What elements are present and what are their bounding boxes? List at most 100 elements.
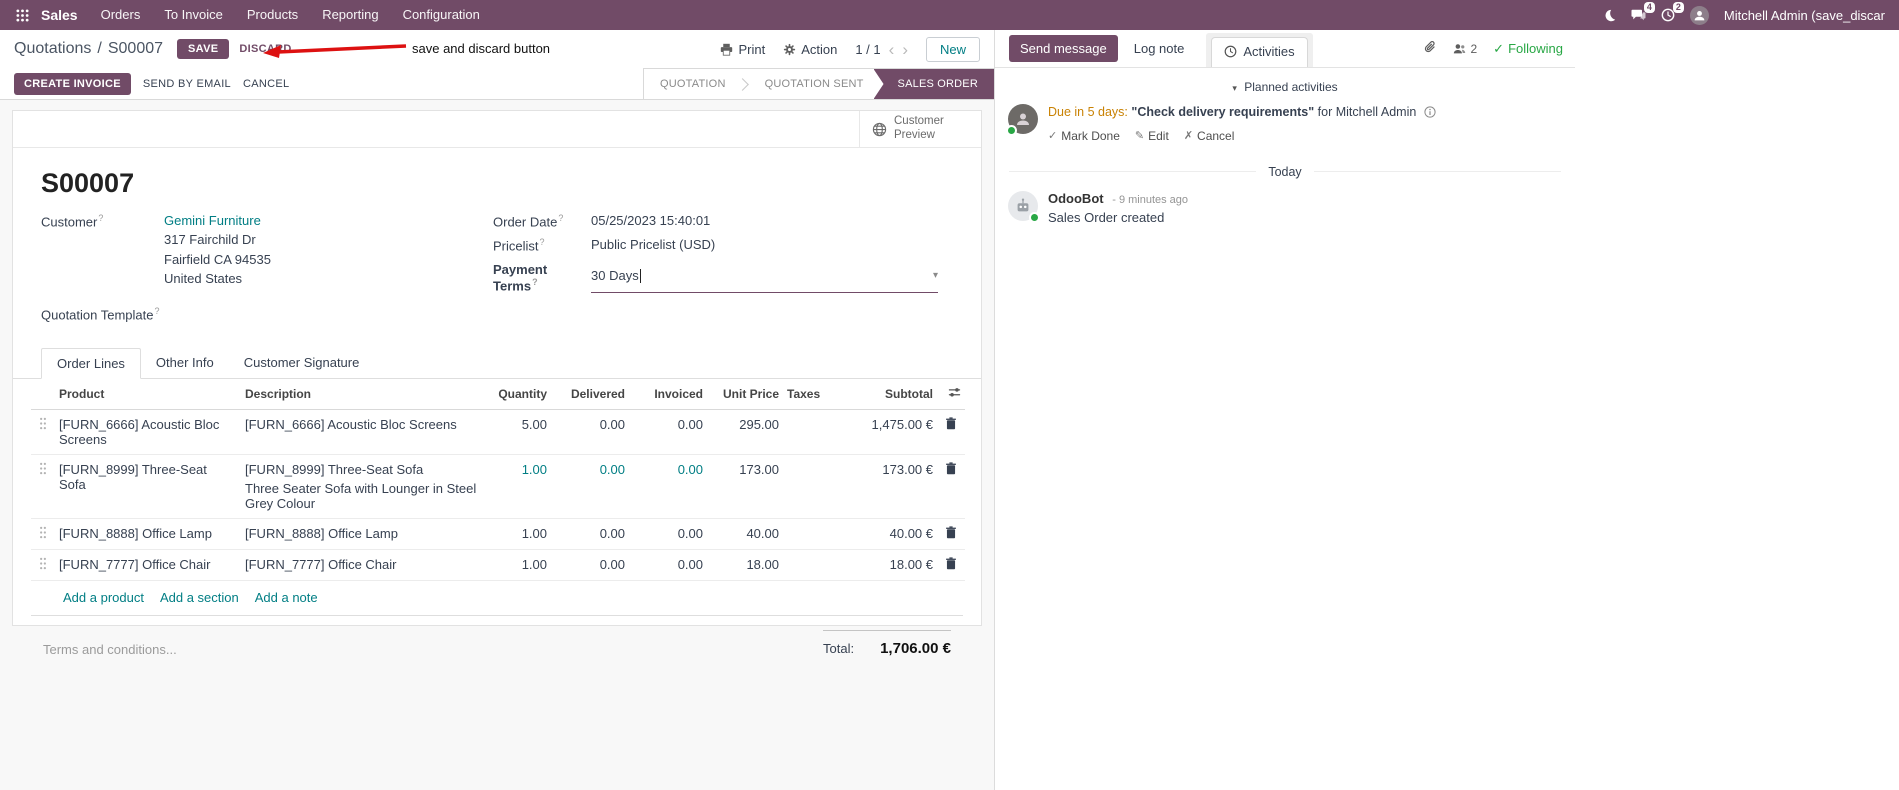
unit-price-cell[interactable]: 40.00 bbox=[707, 518, 783, 551]
annotation-label: save and discard button bbox=[412, 41, 551, 56]
add-section-link[interactable]: Add a section bbox=[160, 590, 239, 605]
dropdown-caret-icon[interactable]: ▾ bbox=[933, 270, 938, 281]
attachment-paperclip-icon[interactable] bbox=[1423, 40, 1437, 57]
drag-handle-icon[interactable] bbox=[31, 518, 55, 551]
menu-reporting[interactable]: Reporting bbox=[311, 0, 389, 30]
product-cell[interactable]: [FURN_8888] Office Lamp bbox=[55, 518, 241, 551]
invoiced-cell[interactable]: 0.00 bbox=[629, 549, 707, 582]
edit-activity-button[interactable]: ✎ Edit bbox=[1135, 129, 1169, 143]
followers-count: 2 bbox=[1470, 41, 1478, 56]
log-note-button[interactable]: Log note bbox=[1134, 41, 1185, 56]
quantity-cell[interactable]: 1.00 bbox=[487, 549, 551, 582]
unit-price-cell[interactable]: 295.00 bbox=[707, 409, 783, 456]
optional-columns-icon[interactable] bbox=[948, 386, 961, 402]
drag-handle-icon[interactable] bbox=[31, 409, 55, 456]
order-date-label: Order Date? bbox=[493, 213, 564, 230]
invoiced-cell[interactable]: 0.00 bbox=[629, 454, 707, 520]
quantity-column: Quantity bbox=[487, 379, 551, 411]
taxes-cell[interactable] bbox=[783, 518, 841, 551]
info-icon[interactable] bbox=[1424, 106, 1436, 124]
state-sales-order[interactable]: SALES ORDER bbox=[873, 69, 994, 99]
activity-for-text: for Mitchell Admin bbox=[1317, 105, 1417, 119]
description-cell[interactable]: [FURN_8999] Three-Seat Sofa Three Seater… bbox=[241, 454, 487, 520]
apps-grid-icon[interactable] bbox=[10, 8, 35, 22]
activities-clock-icon[interactable]: 2 bbox=[1661, 2, 1684, 22]
unit-price-cell[interactable]: 173.00 bbox=[707, 454, 783, 520]
send-message-button[interactable]: Send message bbox=[1009, 35, 1118, 62]
quantity-cell[interactable]: 1.00 bbox=[487, 518, 551, 551]
menu-products[interactable]: Products bbox=[236, 0, 309, 30]
taxes-cell[interactable] bbox=[783, 409, 841, 456]
pager-next-icon[interactable]: › bbox=[902, 41, 908, 58]
description-cell[interactable]: [FURN_6666] Acoustic Bloc Screens bbox=[241, 409, 487, 456]
activities-badge: 2 bbox=[1672, 2, 1684, 13]
followers-button[interactable]: 2 bbox=[1453, 42, 1477, 56]
planned-activities-header[interactable]: ▾ Planned activities bbox=[995, 80, 1575, 94]
description-cell[interactable]: [FURN_7777] Office Chair bbox=[241, 549, 487, 582]
dark-mode-moon-icon[interactable] bbox=[1603, 9, 1616, 22]
activity-summary-text: "Check delivery requirements" bbox=[1131, 105, 1315, 119]
delivered-column: Delivered bbox=[551, 379, 629, 411]
send-by-email-button[interactable]: SEND BY EMAIL bbox=[143, 78, 231, 90]
create-invoice-button[interactable]: CREATE INVOICE bbox=[14, 72, 131, 95]
breadcrumb-current: S00007 bbox=[107, 40, 164, 57]
address-line-1: 317 Fairchild Dr bbox=[164, 232, 256, 248]
subtotal-cell: 18.00 € bbox=[841, 549, 937, 582]
invoiced-cell[interactable]: 0.00 bbox=[629, 518, 707, 551]
activity-actions: ✓ Mark Done ✎ Edit ✗ Cancel bbox=[1048, 129, 1436, 143]
new-button[interactable]: New bbox=[925, 36, 980, 62]
pager-previous-icon[interactable]: ‹ bbox=[889, 41, 895, 58]
delivered-cell[interactable]: 0.00 bbox=[551, 409, 629, 456]
address-line-2: Fairfield CA 94535 bbox=[164, 251, 271, 267]
drag-handle-icon[interactable] bbox=[31, 549, 55, 582]
tab-other-info[interactable]: Other Info bbox=[141, 348, 229, 378]
payment-terms-input[interactable]: 30 Days ▾ bbox=[591, 262, 938, 293]
menu-configuration[interactable]: Configuration bbox=[392, 0, 491, 30]
unit-price-cell[interactable]: 18.00 bbox=[707, 549, 783, 582]
terms-placeholder[interactable]: Terms and conditions... bbox=[43, 642, 177, 657]
tab-customer-signature[interactable]: Customer Signature bbox=[229, 348, 375, 378]
quantity-cell[interactable]: 5.00 bbox=[487, 409, 551, 456]
product-cell[interactable]: [FURN_6666] Acoustic Bloc Screens bbox=[55, 409, 241, 456]
product-cell[interactable]: [FURN_8999] Three-Seat Sofa bbox=[55, 454, 241, 520]
breadcrumb-quotations[interactable]: Quotations bbox=[14, 40, 91, 58]
cancel-activity-button[interactable]: ✗ Cancel bbox=[1184, 129, 1235, 143]
drag-handle-icon[interactable] bbox=[31, 454, 55, 520]
delete-row-icon[interactable] bbox=[937, 518, 965, 551]
quantity-cell[interactable]: 1.00 bbox=[487, 454, 551, 520]
menu-to-invoice[interactable]: To Invoice bbox=[153, 0, 234, 30]
delete-row-icon[interactable] bbox=[937, 409, 965, 456]
activities-tab[interactable]: Activities bbox=[1211, 37, 1308, 67]
action-button[interactable]: Action bbox=[783, 42, 837, 57]
user-avatar[interactable] bbox=[1689, 5, 1709, 25]
app-name[interactable]: Sales bbox=[37, 7, 88, 23]
taxes-cell[interactable] bbox=[783, 549, 841, 582]
tab-order-lines[interactable]: Order Lines bbox=[41, 348, 141, 380]
order-date-field[interactable]: 05/25/2023 15:40:01 bbox=[591, 213, 710, 229]
print-button[interactable]: Print bbox=[720, 42, 765, 57]
pricelist-field[interactable]: Public Pricelist (USD) bbox=[591, 237, 715, 253]
add-product-link[interactable]: Add a product bbox=[63, 590, 144, 605]
following-toggle[interactable]: ✓ Following bbox=[1493, 41, 1563, 57]
delete-row-icon[interactable] bbox=[937, 454, 965, 520]
cancel-button[interactable]: CANCEL bbox=[243, 78, 289, 90]
delivered-cell[interactable]: 0.00 bbox=[551, 518, 629, 551]
mark-done-button[interactable]: ✓ Mark Done bbox=[1048, 129, 1120, 143]
delivered-cell[interactable]: 0.00 bbox=[551, 454, 629, 520]
product-cell[interactable]: [FURN_7777] Office Chair bbox=[55, 549, 241, 582]
invoiced-cell[interactable]: 0.00 bbox=[629, 409, 707, 456]
messages-icon[interactable]: 4 bbox=[1631, 2, 1655, 22]
customer-link[interactable]: Gemini Furniture bbox=[164, 213, 271, 229]
taxes-cell[interactable] bbox=[783, 454, 841, 520]
record-title: S00007 bbox=[41, 168, 135, 198]
add-note-link[interactable]: Add a note bbox=[255, 590, 318, 605]
state-quotation[interactable]: QUOTATION bbox=[644, 69, 742, 99]
user-name[interactable]: Mitchell Admin (save_discar bbox=[1724, 8, 1885, 23]
menu-orders[interactable]: Orders bbox=[90, 0, 152, 30]
state-quotation-sent[interactable]: QUOTATION SENT bbox=[748, 69, 880, 99]
customer-preview-button[interactable]: Customer Preview bbox=[859, 111, 981, 147]
delivered-cell[interactable]: 0.00 bbox=[551, 549, 629, 582]
description-cell[interactable]: [FURN_8888] Office Lamp bbox=[241, 518, 487, 551]
save-button[interactable]: SAVE bbox=[177, 39, 230, 59]
delete-row-icon[interactable] bbox=[937, 549, 965, 582]
